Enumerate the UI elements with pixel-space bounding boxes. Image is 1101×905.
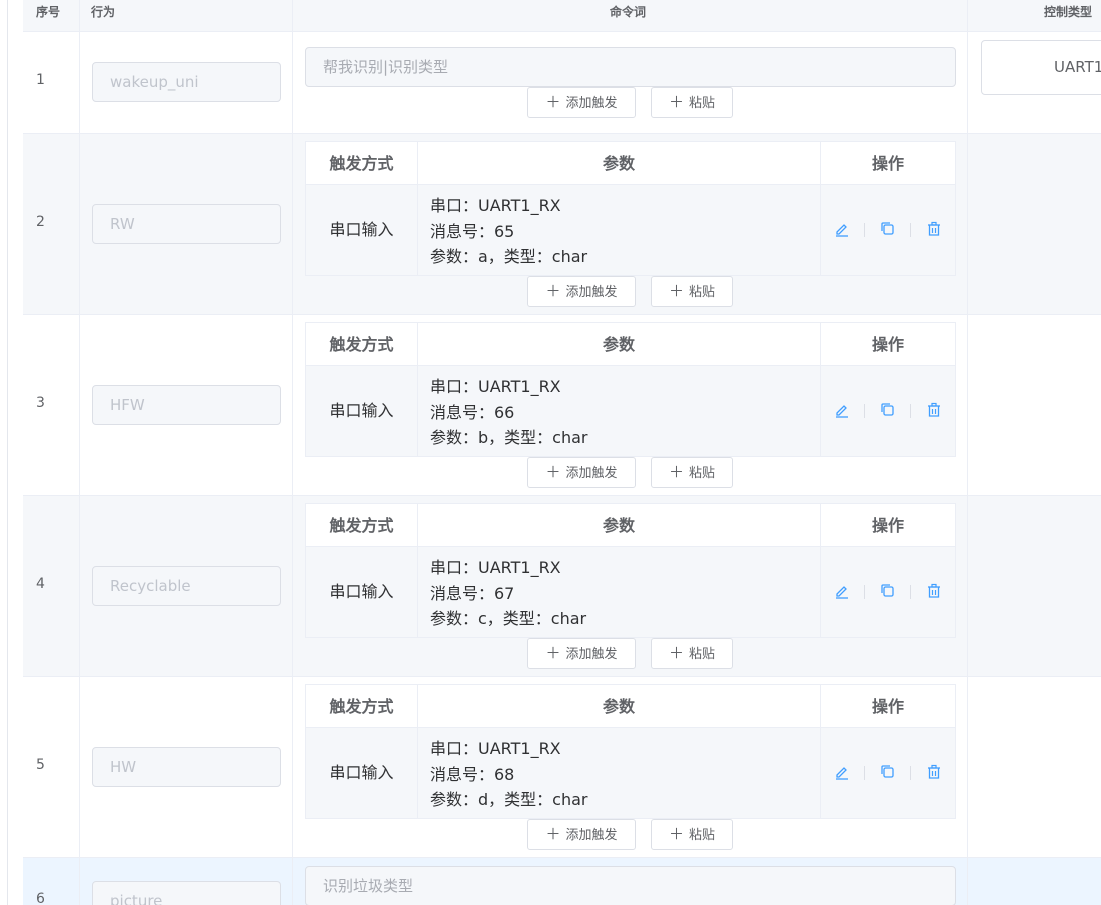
row-seq: 4 xyxy=(36,576,45,592)
table-row: 2 RW 触发方式 参数 操作 串口输入 串口：UART1_RX 消息号：65 … xyxy=(23,134,1101,315)
trigger-header-mode: 触发方式 xyxy=(306,504,418,547)
trigger-ops xyxy=(821,728,955,818)
table-header: 序号 行为 命令词 控制类型 xyxy=(23,0,1101,32)
trigger-mode: 串口输入 xyxy=(306,728,418,818)
control-type-select[interactable]: UART1 xyxy=(981,40,1101,95)
trigger-params: 串口：UART1_RX 消息号：68 参数：d，类型：char xyxy=(418,728,821,818)
row-seq: 5 xyxy=(36,757,45,773)
trigger-ops xyxy=(821,547,955,637)
trigger-params: 串口：UART1_RX 消息号：65 参数：a，类型：char xyxy=(418,185,821,275)
row-seq: 6 xyxy=(36,891,45,905)
trigger-header-params: 参数 xyxy=(418,504,821,547)
copy-icon[interactable] xyxy=(880,583,896,599)
trigger-header-ops: 操作 xyxy=(821,504,955,547)
trigger-table: 触发方式 参数 操作 串口输入 串口：UART1_RX 消息号：65 参数：a，… xyxy=(305,141,956,276)
delete-icon[interactable] xyxy=(926,764,942,780)
plus-icon: ＋ xyxy=(668,93,684,111)
delete-icon[interactable] xyxy=(926,402,942,418)
trigger-mode: 串口输入 xyxy=(306,547,418,637)
plus-icon: ＋ xyxy=(668,282,684,300)
row-seq: 3 xyxy=(36,395,45,411)
plus-icon: ＋ xyxy=(545,282,561,300)
trigger-header-ops: 操作 xyxy=(821,685,955,728)
trigger-mode: 串口输入 xyxy=(306,366,418,456)
copy-icon[interactable] xyxy=(880,221,896,237)
action-input[interactable]: RW xyxy=(92,204,281,244)
table-row: 5 HW 触发方式 参数 操作 串口输入 串口：UART1_RX 消息号：68 … xyxy=(23,677,1101,858)
action-input[interactable]: wakeup_uni xyxy=(92,62,281,102)
action-input[interactable]: picture xyxy=(92,881,281,905)
copy-icon[interactable] xyxy=(880,402,896,418)
plus-icon: ＋ xyxy=(545,463,561,481)
trigger-header-mode: 触发方式 xyxy=(306,685,418,728)
delete-icon[interactable] xyxy=(926,221,942,237)
trigger-header-mode: 触发方式 xyxy=(306,142,418,185)
command-input[interactable]: 识别垃圾类型 xyxy=(305,866,956,905)
edit-icon[interactable] xyxy=(834,764,850,780)
trigger-ops xyxy=(821,185,955,275)
paste-button[interactable]: ＋粘贴 xyxy=(651,87,733,118)
table-row: 1 wakeup_uni 帮我识别|识别类型 ＋添加触发 ＋粘贴 UART1 xyxy=(23,32,1101,134)
trigger-table: 触发方式 参数 操作 串口输入 串口：UART1_RX 消息号：66 参数：b，… xyxy=(305,322,956,457)
trigger-table: 触发方式 参数 操作 串口输入 串口：UART1_RX 消息号：67 参数：c，… xyxy=(305,503,956,638)
table-row: 3 HFW 触发方式 参数 操作 串口输入 串口：UART1_RX 消息号：66… xyxy=(23,315,1101,496)
trigger-header-mode: 触发方式 xyxy=(306,323,418,366)
add-trigger-button[interactable]: ＋添加触发 xyxy=(527,87,636,118)
action-input[interactable]: HFW xyxy=(92,385,281,425)
plus-icon: ＋ xyxy=(668,825,684,843)
add-trigger-button[interactable]: ＋添加触发 xyxy=(527,638,636,669)
plus-icon: ＋ xyxy=(668,463,684,481)
plus-icon: ＋ xyxy=(545,644,561,662)
trigger-table: 触发方式 参数 操作 串口输入 串口：UART1_RX 消息号：68 参数：d，… xyxy=(305,684,956,819)
plus-icon: ＋ xyxy=(668,644,684,662)
add-trigger-button[interactable]: ＋添加触发 xyxy=(527,819,636,850)
plus-icon: ＋ xyxy=(545,825,561,843)
header-action: 行为 xyxy=(91,5,116,19)
table-row: 4 Recyclable 触发方式 参数 操作 串口输入 串口：UART1_RX… xyxy=(23,496,1101,677)
trigger-params: 串口：UART1_RX 消息号：66 参数：b，类型：char xyxy=(418,366,821,456)
header-command: 命令词 xyxy=(610,5,647,19)
paste-button[interactable]: ＋粘贴 xyxy=(651,819,733,850)
row-seq: 1 xyxy=(36,72,45,88)
action-input[interactable]: HW xyxy=(92,747,281,787)
header-control-type: 控制类型 xyxy=(1044,5,1093,19)
plus-icon: ＋ xyxy=(545,93,561,111)
command-input[interactable]: 帮我识别|识别类型 xyxy=(305,47,956,87)
table-row: 6 picture 识别垃圾类型 xyxy=(23,858,1101,905)
trigger-header-params: 参数 xyxy=(418,142,821,185)
trigger-header-params: 参数 xyxy=(418,323,821,366)
trigger-header-params: 参数 xyxy=(418,685,821,728)
trigger-mode: 串口输入 xyxy=(306,185,418,275)
action-input[interactable]: Recyclable xyxy=(92,566,281,606)
delete-icon[interactable] xyxy=(926,583,942,599)
trigger-params: 串口：UART1_RX 消息号：67 参数：c，类型：char xyxy=(418,547,821,637)
trigger-header-ops: 操作 xyxy=(821,323,955,366)
paste-button[interactable]: ＋粘贴 xyxy=(651,457,733,488)
trigger-ops xyxy=(821,366,955,456)
edit-icon[interactable] xyxy=(834,583,850,599)
left-panel-edge xyxy=(0,0,8,905)
edit-icon[interactable] xyxy=(834,402,850,418)
copy-icon[interactable] xyxy=(880,764,896,780)
add-trigger-button[interactable]: ＋添加触发 xyxy=(527,457,636,488)
row-seq: 2 xyxy=(36,214,45,230)
edit-icon[interactable] xyxy=(834,221,850,237)
paste-button[interactable]: ＋粘贴 xyxy=(651,276,733,307)
header-seq: 序号 xyxy=(36,5,61,19)
paste-button[interactable]: ＋粘贴 xyxy=(651,638,733,669)
trigger-header-ops: 操作 xyxy=(821,142,955,185)
add-trigger-button[interactable]: ＋添加触发 xyxy=(527,276,636,307)
